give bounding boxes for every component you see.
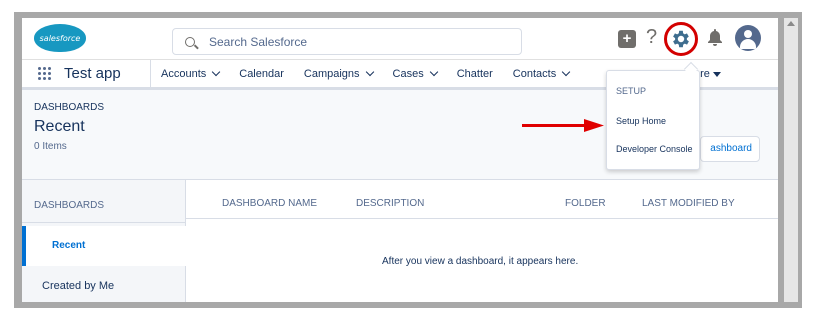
- caret-down-icon: [712, 71, 721, 77]
- nav-item-contacts[interactable]: Contacts: [503, 67, 579, 80]
- bell-icon[interactable]: [706, 28, 724, 48]
- browser-viewport: salesforce Search Salesforce + ? Test ap…: [22, 18, 778, 302]
- nav-item-campaigns[interactable]: Campaigns: [294, 67, 383, 80]
- table-header-divider: [186, 218, 778, 219]
- chevron-down-icon[interactable]: [429, 67, 438, 76]
- gear-highlight-ring: [664, 22, 698, 56]
- screenshot-frame: salesforce Search Salesforce + ? Test ap…: [14, 12, 802, 308]
- nav-item-chatter[interactable]: Chatter: [447, 68, 503, 80]
- sidebar-item-created-by-me[interactable]: Created by Me: [42, 280, 114, 292]
- nav-item-accounts[interactable]: Accounts: [151, 67, 229, 80]
- app-launcher-icon[interactable]: [38, 66, 52, 81]
- nav-item-cases[interactable]: Cases: [383, 67, 447, 80]
- column-header-description[interactable]: DESCRIPTION: [356, 198, 424, 209]
- empty-state-message: After you view a dashboard, it appears h…: [382, 256, 579, 267]
- plus-icon[interactable]: +: [618, 30, 636, 48]
- annotation-arrow-icon: [522, 119, 604, 132]
- column-header-folder[interactable]: FOLDER: [565, 198, 606, 209]
- global-search[interactable]: Search Salesforce: [172, 28, 522, 55]
- page-title: Recent: [34, 118, 85, 135]
- sidebar-item-recent-label[interactable]: Recent: [52, 240, 85, 251]
- salesforce-logo[interactable]: salesforce: [34, 24, 86, 52]
- menu-item-setup-home[interactable]: Setup Home: [616, 116, 666, 126]
- chevron-down-icon[interactable]: [212, 67, 221, 76]
- column-header-last-modified-by[interactable]: LAST MODIFIED BY: [642, 198, 735, 209]
- logo-text: salesforce: [39, 33, 81, 43]
- vertical-scrollbar[interactable]: [784, 18, 798, 302]
- new-dashboard-button[interactable]: ashboard: [700, 136, 760, 162]
- object-eyebrow: DASHBOARDS: [34, 102, 105, 113]
- item-count: 0 Items: [34, 141, 67, 152]
- chevron-down-icon[interactable]: [561, 67, 571, 76]
- column-header-dashboard-name[interactable]: DASHBOARD NAME: [222, 198, 317, 209]
- chevron-down-icon[interactable]: [365, 67, 374, 76]
- sidebar-divider: [22, 222, 186, 223]
- setup-menu-heading: SETUP: [616, 86, 647, 96]
- app-name: Test app: [64, 65, 121, 82]
- gear-icon[interactable]: [670, 28, 692, 50]
- menu-item-developer-console[interactable]: Developer Console: [616, 144, 693, 154]
- help-icon[interactable]: ?: [646, 26, 657, 49]
- scroll-up-icon[interactable]: [787, 21, 795, 26]
- sidebar-heading: DASHBOARDS: [34, 200, 105, 211]
- nav-item-calendar[interactable]: Calendar: [229, 68, 294, 80]
- avatar[interactable]: [735, 25, 761, 51]
- search-placeholder: Search Salesforce: [209, 34, 308, 49]
- search-icon: [185, 36, 195, 47]
- global-header: salesforce Search Salesforce + ?: [22, 18, 778, 60]
- sidebar-item-recent[interactable]: [22, 226, 186, 266]
